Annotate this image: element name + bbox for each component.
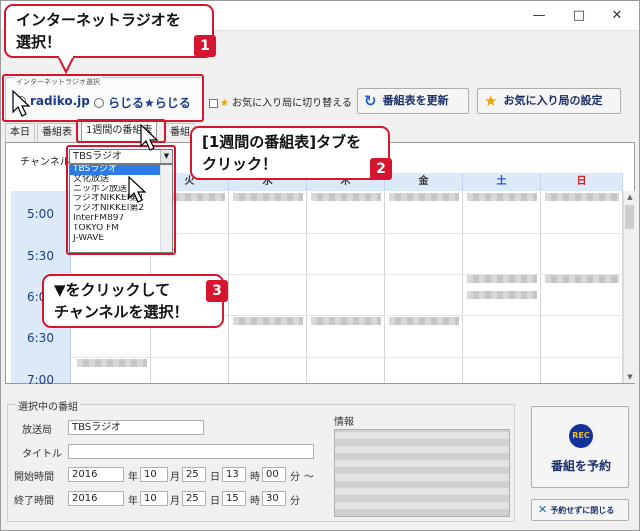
rec-icon: REC bbox=[569, 424, 593, 448]
step-number-badge: 3 bbox=[206, 280, 228, 302]
day-unit: 日 bbox=[210, 472, 220, 483]
time-label: 7:00 bbox=[27, 373, 54, 387]
callout-text: ▼をクリックして bbox=[54, 281, 171, 299]
star-icon: ★ bbox=[484, 92, 498, 110]
callout-text: 選択！ bbox=[16, 33, 62, 51]
time-label: 5:30 bbox=[27, 249, 54, 263]
day-column[interactable] bbox=[541, 191, 623, 383]
info-textarea[interactable] bbox=[334, 429, 510, 517]
mouse-cursor-icon bbox=[12, 90, 31, 117]
selected-program-group: 選択中の番組 放送局 TBSラジオ タイトル 開始時間 2016 年 10 月 … bbox=[7, 398, 515, 522]
day-column[interactable] bbox=[463, 191, 541, 383]
blurred-program[interactable] bbox=[233, 317, 303, 325]
close-icon: ✕ bbox=[538, 503, 548, 516]
blurred-program[interactable] bbox=[311, 317, 381, 325]
day-column[interactable] bbox=[229, 191, 307, 383]
blurred-program[interactable] bbox=[545, 193, 619, 201]
close-without-reserve-button[interactable]: ✕ 予約せずに閉じる bbox=[531, 499, 629, 521]
highlight-channel-list bbox=[66, 145, 176, 255]
callout-step-1: インターネットラジオを 選択！ bbox=[4, 4, 214, 58]
step-number-badge: 1 bbox=[194, 35, 216, 57]
callout-text: インターネットラジオを bbox=[16, 11, 181, 29]
callout-text: チャンネルを選択！ bbox=[54, 303, 189, 321]
start-hour-field[interactable]: 13 bbox=[222, 467, 246, 482]
reserve-program-button[interactable]: REC 番組を予約 bbox=[531, 406, 629, 488]
month-unit: 月 bbox=[170, 472, 180, 483]
blurred-program[interactable] bbox=[467, 275, 537, 283]
start-min-field[interactable]: 00 bbox=[262, 467, 286, 482]
blurred-program[interactable] bbox=[467, 291, 537, 299]
year-unit: 年 bbox=[128, 496, 138, 507]
callout-text: クリック！ bbox=[202, 155, 278, 173]
fav-checkbox-label: お気に入り局に切り替える bbox=[232, 98, 352, 109]
refresh-icon: ↻ bbox=[364, 92, 377, 110]
reserve-label: 番組を予約 bbox=[550, 459, 611, 473]
end-hour-field[interactable]: 15 bbox=[222, 491, 246, 506]
maximize-button[interactable]: □ bbox=[561, 5, 597, 27]
info-label: 情報 bbox=[334, 417, 354, 428]
fav-settings-label: お気に入り局の設定 bbox=[503, 94, 603, 107]
star-icon: ★ bbox=[220, 98, 229, 109]
day-header-sat: 土 bbox=[463, 173, 541, 191]
blurred-program[interactable] bbox=[233, 193, 303, 201]
min-unit: 分 bbox=[290, 496, 300, 507]
mouse-cursor-icon bbox=[140, 124, 159, 151]
callout-text: [1週間の番組表]タブを bbox=[202, 133, 362, 151]
minimize-button[interactable]: — bbox=[521, 5, 557, 27]
time-label: 6:30 bbox=[27, 331, 54, 345]
title-label: タイトル bbox=[22, 449, 62, 460]
day-column[interactable] bbox=[307, 191, 385, 383]
range-tilde: ～ bbox=[304, 472, 314, 483]
day-header-fri: 金 bbox=[385, 173, 463, 191]
checkbox-icon[interactable] bbox=[209, 98, 218, 108]
channel-label: チャンネル bbox=[20, 157, 70, 168]
tab-today[interactable]: 本日 bbox=[5, 123, 35, 143]
year-unit: 年 bbox=[128, 472, 138, 483]
fav-station-checkbox[interactable]: ★ お気に入り局に切り替える bbox=[209, 94, 352, 109]
day-unit: 日 bbox=[210, 496, 220, 507]
end-month-field[interactable]: 10 bbox=[140, 491, 168, 506]
scroll-down-icon[interactable]: ▼ bbox=[624, 371, 636, 383]
time-label: 5:00 bbox=[27, 207, 54, 221]
callout-step-3: ▼をクリックして チャンネルを選択！ bbox=[42, 274, 224, 328]
hour-unit: 時 bbox=[250, 472, 260, 483]
callout-step-2: [1週間の番組表]タブを クリック！ bbox=[190, 126, 390, 180]
blurred-program[interactable] bbox=[77, 359, 147, 367]
blurred-program[interactable] bbox=[545, 275, 619, 283]
start-time-label: 開始時間 bbox=[14, 472, 54, 483]
title-field[interactable] bbox=[68, 444, 314, 459]
station-field[interactable]: TBSラジオ bbox=[68, 420, 204, 435]
close-button-label: 予約せずに閉じる bbox=[550, 506, 615, 515]
step-number-badge: 2 bbox=[370, 158, 392, 180]
blurred-program[interactable] bbox=[467, 193, 537, 201]
refresh-label: 番組表を更新 bbox=[382, 94, 449, 107]
start-year-field[interactable]: 2016 bbox=[68, 467, 124, 482]
refresh-schedule-button[interactable]: ↻ 番組表を更新 bbox=[357, 88, 469, 114]
blurred-program[interactable] bbox=[389, 317, 459, 325]
month-unit: 月 bbox=[170, 496, 180, 507]
blurred-program[interactable] bbox=[311, 193, 381, 201]
grid-divider bbox=[71, 357, 621, 358]
end-year-field[interactable]: 2016 bbox=[68, 491, 124, 506]
start-day-field[interactable]: 25 bbox=[182, 467, 206, 482]
callout-pointer bbox=[58, 56, 76, 75]
min-unit: 分 bbox=[290, 472, 300, 483]
end-time-label: 終了時間 bbox=[14, 496, 54, 507]
hour-unit: 時 bbox=[250, 496, 260, 507]
station-label: 放送局 bbox=[22, 425, 52, 436]
day-column[interactable] bbox=[385, 191, 463, 383]
mouse-cursor-icon bbox=[128, 176, 147, 203]
scrollbar-thumb[interactable] bbox=[625, 205, 634, 229]
scroll-up-icon[interactable]: ▲ bbox=[624, 191, 636, 203]
vertical-scrollbar[interactable]: ▲ ▼ bbox=[623, 191, 635, 383]
tab-schedule[interactable]: 番組表 bbox=[37, 123, 77, 143]
end-min-field[interactable]: 30 bbox=[262, 491, 286, 506]
end-day-field[interactable]: 25 bbox=[182, 491, 206, 506]
start-month-field[interactable]: 10 bbox=[140, 467, 168, 482]
close-window-button[interactable]: ✕ bbox=[599, 5, 635, 27]
group-title: 選択中の番組 bbox=[16, 398, 80, 413]
fav-settings-button[interactable]: ★ お気に入り局の設定 bbox=[477, 88, 621, 114]
blurred-program[interactable] bbox=[389, 193, 459, 201]
day-header-sun: 日 bbox=[541, 173, 623, 191]
